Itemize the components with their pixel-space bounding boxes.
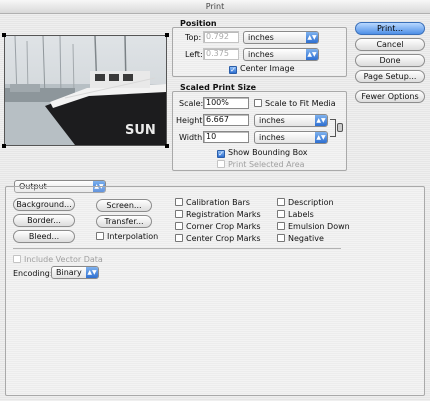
emulsion-down-checkbox[interactable]: Emulsion Down [277, 222, 350, 231]
page-setup-button[interactable]: Page Setup... [355, 70, 425, 83]
scale-to-fit-media-checkbox[interactable]: Scale to Fit Media [254, 99, 336, 108]
center-crop-marks-label: Center Crop Marks [186, 234, 261, 243]
center-image-checkbox[interactable]: ✓ Center Image [229, 64, 295, 74]
popup-arrows-icon: ▲▼ [315, 132, 327, 143]
interpolation-label: Interpolation [107, 232, 159, 241]
height-unit-value: inches [259, 116, 285, 125]
print-selected-area-label: Print Selected Area [228, 160, 305, 169]
scale-to-fit-media-label: Scale to Fit Media [265, 99, 336, 108]
corner-crop-marks-checkbox[interactable]: Corner Crop Marks [175, 222, 261, 231]
calibration-bars-label: Calibration Bars [186, 198, 250, 207]
boat-name-text: SUN [125, 123, 156, 138]
checkbox-unchecked-icon [175, 198, 183, 206]
top-field[interactable]: 0.792 [203, 31, 239, 43]
encoding-select[interactable]: Binary ▲▼ [51, 266, 99, 279]
include-vector-data-label: Include Vector Data [24, 255, 103, 264]
height-field[interactable]: 6.667 [203, 114, 249, 126]
popup-arrows-icon: ▲▼ [306, 49, 318, 60]
width-label: Width: [179, 133, 205, 142]
include-vector-data-checkbox[interactable]: Include Vector Data [13, 255, 103, 264]
encoding-label: Encoding: [13, 269, 53, 278]
calibration-bars-checkbox[interactable]: Calibration Bars [175, 198, 250, 207]
crop-handle-top-left[interactable] [2, 33, 6, 37]
crop-handle-top-right[interactable] [165, 33, 169, 37]
left-field[interactable]: 0.375 [203, 48, 239, 60]
screen-button[interactable]: Screen... [96, 199, 152, 212]
show-bounding-box-label: Show Bounding Box [228, 148, 308, 157]
link-chain-icon[interactable] [337, 123, 343, 132]
show-bounding-box-checkbox[interactable]: ✓ Show Bounding Box [217, 148, 308, 158]
background-button[interactable]: Background... [13, 198, 75, 211]
cancel-button[interactable]: Cancel [355, 38, 425, 51]
registration-marks-label: Registration Marks [186, 210, 261, 219]
top-unit-select[interactable]: inches ▲▼ [243, 31, 319, 44]
left-unit-value: inches [248, 50, 274, 59]
width-field[interactable]: 10 [203, 131, 249, 143]
left-label: Left: [185, 50, 203, 59]
description-checkbox[interactable]: Description [277, 198, 334, 207]
width-unit-value: inches [259, 133, 285, 142]
top-label: Top: [185, 33, 202, 42]
print-button[interactable]: Print... [355, 22, 425, 35]
left-unit-select[interactable]: inches ▲▼ [243, 48, 319, 61]
checkbox-checked-icon: ✓ [229, 66, 237, 74]
height-unit-select[interactable]: inches ▲▼ [254, 114, 328, 127]
width-unit-select[interactable]: inches ▲▼ [254, 131, 328, 144]
checkbox-unchecked-icon [277, 234, 285, 242]
transfer-button[interactable]: Transfer... [96, 215, 152, 228]
border-button[interactable]: Border... [13, 214, 75, 227]
popup-arrows-icon: ▲▼ [306, 32, 318, 43]
emulsion-down-label: Emulsion Down [288, 222, 350, 231]
scale-field[interactable]: 100% [203, 97, 249, 109]
checkbox-unchecked-icon [96, 232, 104, 240]
checkbox-unchecked-icon [175, 234, 183, 242]
fewer-options-button[interactable]: Fewer Options [355, 90, 425, 103]
interpolation-checkbox[interactable]: Interpolation [96, 232, 158, 241]
checkbox-unchecked-icon [13, 255, 21, 263]
popup-arrows-icon: ▲▼ [315, 115, 327, 126]
window-title: Print [0, 0, 430, 14]
negative-label: Negative [288, 234, 324, 243]
link-bracket-vertical [335, 119, 336, 137]
checkbox-checked-icon: ✓ [217, 150, 225, 158]
checkbox-unchecked-icon [277, 198, 285, 206]
output-divider [13, 248, 341, 249]
checkbox-unchecked-icon [217, 160, 225, 168]
height-label: Height: [176, 116, 206, 125]
labels-label: Labels [288, 210, 314, 219]
crop-handle-bottom-left[interactable] [2, 144, 6, 148]
registration-marks-checkbox[interactable]: Registration Marks [175, 210, 261, 219]
center-image-label: Center Image [240, 64, 295, 73]
checkbox-unchecked-icon [254, 99, 262, 107]
harbor-photo: SUN [5, 35, 166, 145]
corner-crop-marks-label: Corner Crop Marks [186, 222, 261, 231]
checkbox-unchecked-icon [277, 210, 285, 218]
link-bracket-bottom [330, 136, 336, 137]
encoding-value: Binary [56, 268, 82, 277]
print-selected-area-checkbox[interactable]: Print Selected Area [217, 160, 305, 169]
negative-checkbox[interactable]: Negative [277, 234, 324, 243]
done-button[interactable]: Done [355, 54, 425, 67]
center-crop-marks-checkbox[interactable]: Center Crop Marks [175, 234, 261, 243]
labels-checkbox[interactable]: Labels [277, 210, 314, 219]
top-unit-value: inches [248, 33, 274, 42]
popup-arrows-icon: ▲▼ [86, 267, 98, 278]
bleed-button[interactable]: Bleed... [13, 230, 75, 243]
scale-label: Scale: [179, 99, 204, 108]
description-label: Description [288, 198, 334, 207]
checkbox-unchecked-icon [175, 210, 183, 218]
print-preview[interactable]: SUN [2, 33, 169, 148]
checkbox-unchecked-icon [277, 222, 285, 230]
crop-handle-bottom-right[interactable] [165, 144, 169, 148]
checkbox-unchecked-icon [175, 222, 183, 230]
